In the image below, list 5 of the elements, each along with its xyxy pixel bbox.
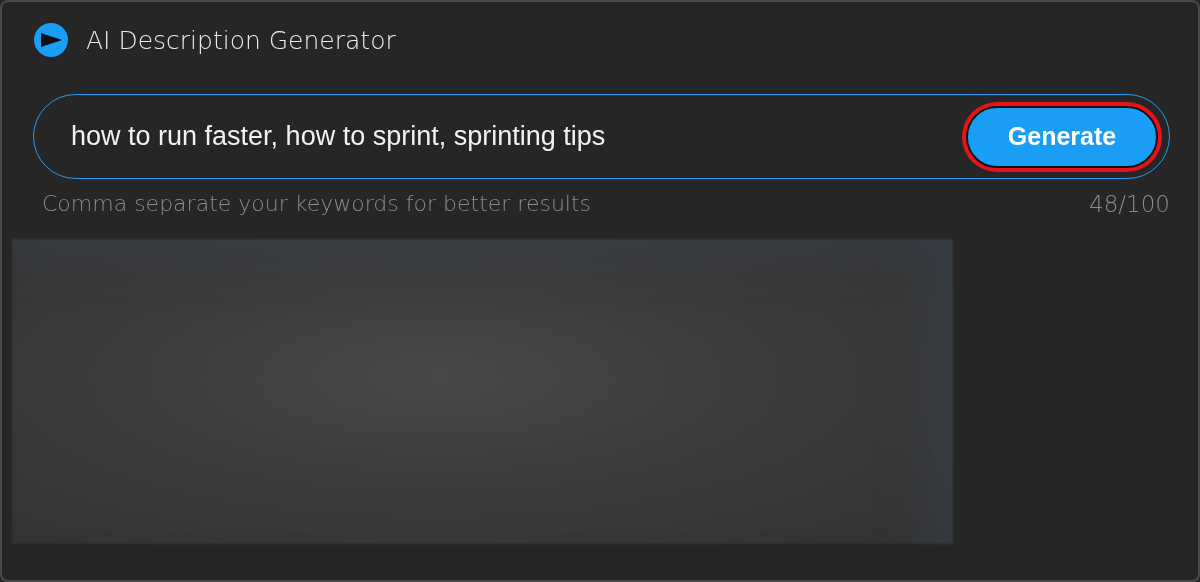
play-logo-icon	[33, 22, 69, 58]
keywords-input[interactable]: how to run faster, how to sprint, sprinting tips	[71, 121, 962, 152]
character-counter: 48/100	[1089, 191, 1170, 217]
hint-text: Comma separate your keywords for better results	[42, 191, 592, 217]
window-title: AI Description Generator	[86, 25, 396, 55]
